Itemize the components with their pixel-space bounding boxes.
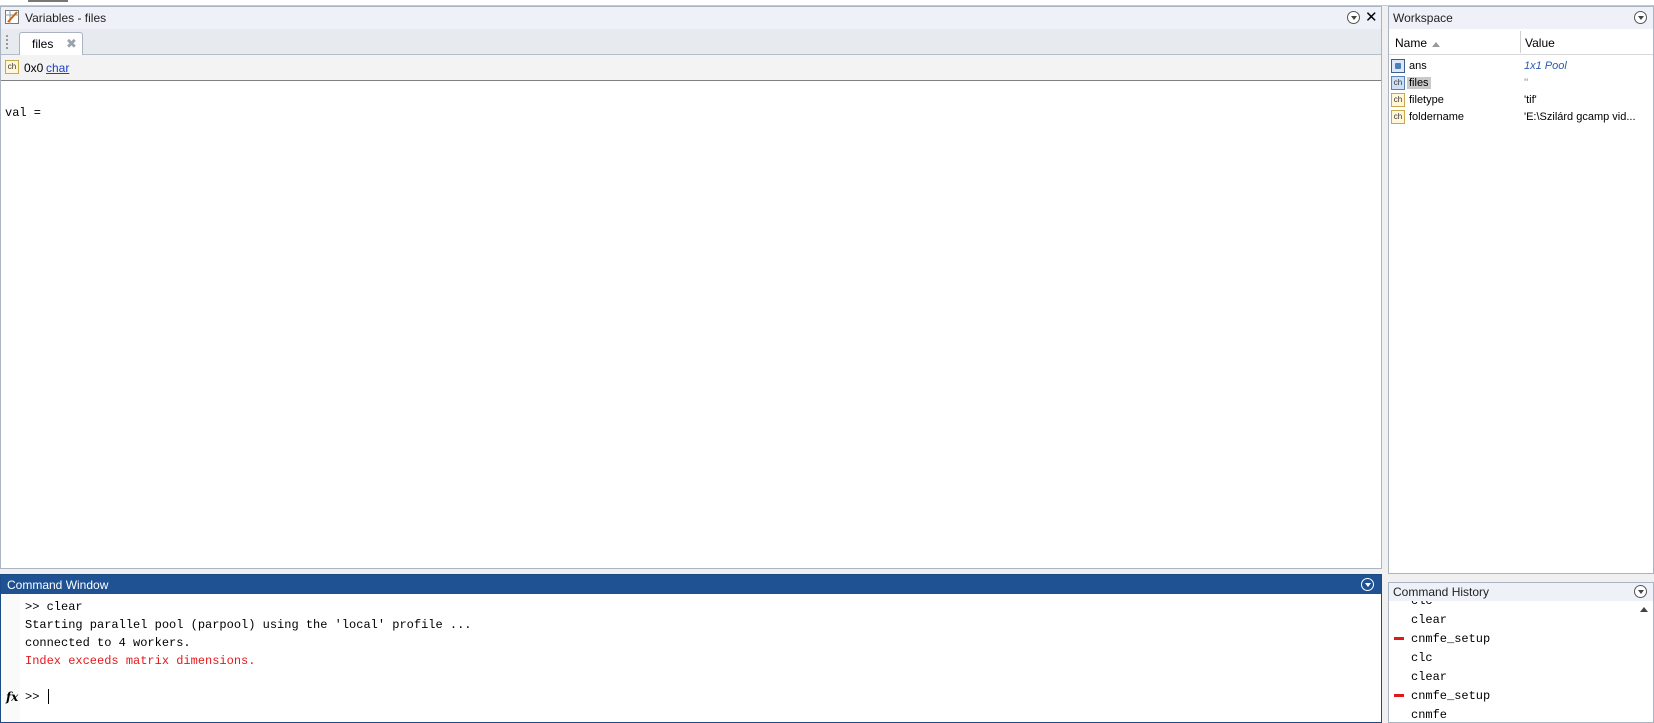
column-header-value[interactable]: Value (1525, 36, 1555, 50)
command-prompt: >> (25, 690, 40, 704)
variable-dimensions: 0x0 (24, 61, 44, 75)
workspace-title: Workspace (1393, 11, 1453, 25)
variables-tab-strip: files ✖ (1, 29, 1381, 56)
history-scrollbar[interactable] (1636, 601, 1653, 722)
close-icon[interactable]: ✕ (1365, 8, 1378, 26)
command-history-panel: Command History clc clear cnmfe_setup cl… (1388, 582, 1654, 723)
workspace-row-filetype[interactable]: ch filetype 'tif' (1389, 92, 1653, 109)
variable-info-bar: ch 0x0 char (1, 55, 1381, 81)
panel-menu-icon[interactable] (1634, 585, 1647, 598)
char-icon: ch (1391, 110, 1405, 124)
history-item[interactable]: clc (1411, 651, 1433, 665)
variable-value: '' (1524, 77, 1529, 89)
command-history-title-bar: Command History (1389, 583, 1653, 601)
command-input-caret[interactable] (48, 689, 49, 704)
workspace-column-header: Name Value (1389, 29, 1653, 55)
command-history-title: Command History (1393, 585, 1490, 599)
variable-name: foldername (1409, 111, 1465, 123)
history-item[interactable]: cnmfe_setup (1411, 632, 1490, 646)
char-icon: ch (5, 60, 19, 74)
history-item[interactable]: clear (1411, 613, 1447, 627)
pool-object-icon (1391, 59, 1405, 73)
command-output-line: connected to 4 workers. (25, 636, 191, 650)
variables-title: Variables - files (25, 11, 107, 25)
variable-value: 'E:\Szilárd gcamp vid... (1524, 111, 1636, 123)
column-header-name[interactable]: Name (1395, 36, 1427, 50)
workspace-row-files[interactable]: ch files '' (1389, 75, 1653, 92)
workspace-title-bar: Workspace (1389, 7, 1653, 29)
command-window-title: Command Window (7, 578, 109, 592)
error-message: Index exceeds matrix dimensions. (25, 654, 256, 668)
char-icon: ch (1391, 93, 1405, 107)
history-item[interactable]: clear (1411, 670, 1447, 684)
history-item[interactable]: cnmfe_setup (1411, 689, 1490, 703)
panel-menu-icon[interactable] (1347, 11, 1360, 24)
command-window-panel: Command Window >> clear Starting paralle… (0, 574, 1382, 723)
tab-grip-handle[interactable] (6, 35, 8, 49)
history-item[interactable]: clc (1411, 601, 1433, 608)
column-divider[interactable] (1520, 31, 1521, 53)
variable-value: 1x1 Pool (1524, 60, 1567, 72)
toolstrip-mark (28, 0, 68, 2)
variable-class-link[interactable]: char (46, 61, 69, 75)
command-output-line: Starting parallel pool (parpool) using t… (25, 618, 472, 632)
error-marker-icon (1394, 637, 1404, 640)
workspace-panel: Workspace Name Value ans 1x1 Pool ch fil… (1388, 6, 1654, 574)
command-window-title-bar: Command Window (1, 575, 1381, 594)
variable-name: filetype (1409, 94, 1444, 106)
function-browser-icon[interactable]: fx (6, 690, 18, 704)
variable-name: files (1407, 77, 1431, 89)
variable-name: ans (1409, 60, 1427, 72)
scroll-up-icon[interactable] (1640, 607, 1648, 612)
command-history-list[interactable]: clc clear cnmfe_setup clc clear cnmfe_se… (1389, 601, 1636, 722)
variable-content-area[interactable]: val = (1, 82, 1381, 568)
workspace-row-foldername[interactable]: ch foldername 'E:\Szilárd gcamp vid... (1389, 109, 1653, 126)
tab-close-icon[interactable]: ✖ (66, 36, 77, 52)
panel-menu-icon[interactable] (1634, 11, 1647, 24)
sort-ascending-icon (1432, 42, 1440, 47)
variables-title-bar: Variables - files ✕ (1, 7, 1381, 29)
variable-editor-icon (5, 10, 19, 24)
tab-files[interactable]: files ✖ (19, 32, 83, 56)
tab-files-label: files (32, 37, 54, 51)
variables-editor-panel: Variables - files ✕ files ✖ ch 0x0 char … (0, 6, 1382, 569)
workspace-row-ans[interactable]: ans 1x1 Pool (1389, 58, 1653, 75)
history-item[interactable]: cnmfe (1411, 708, 1447, 722)
command-output-line: >> clear (25, 600, 83, 614)
panel-menu-icon[interactable] (1361, 578, 1374, 591)
error-marker-icon (1394, 694, 1404, 697)
command-window-body[interactable]: >> clear Starting parallel pool (parpool… (1, 594, 1381, 722)
variable-value: 'tif' (1524, 94, 1537, 106)
char-icon: ch (1391, 76, 1405, 90)
variable-value-text: val = (5, 106, 42, 120)
